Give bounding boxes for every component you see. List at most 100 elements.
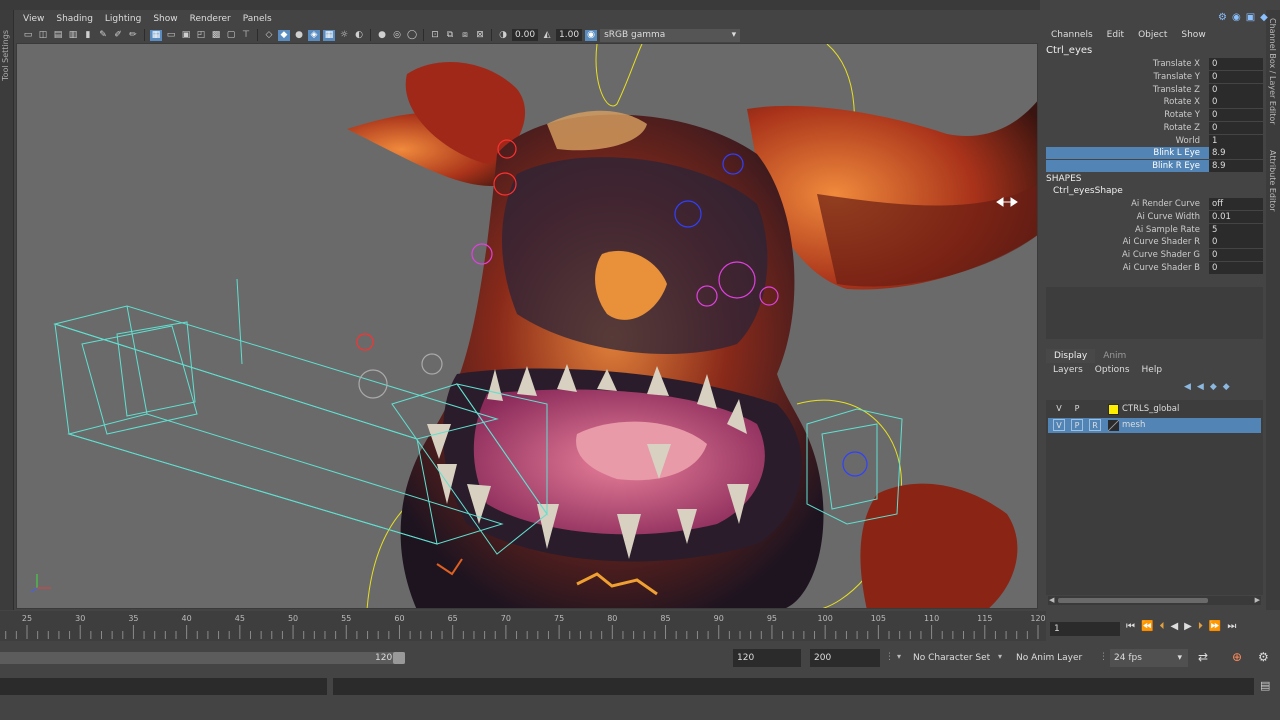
menu-help[interactable]: Help — [1142, 365, 1163, 375]
channel-value-field[interactable]: off — [1209, 198, 1263, 210]
antialiasing-icon[interactable]: ◯ — [406, 30, 418, 41]
channel-value-field[interactable]: 0 — [1209, 96, 1263, 109]
channel-row[interactable]: World 1 — [1046, 134, 1263, 147]
tab-channel-box[interactable]: Channel Box / Layer Editor — [1268, 18, 1277, 125]
channel-value-field[interactable]: 0 — [1209, 249, 1263, 261]
time-slider[interactable]: 25 30 35 40 45 50 55 60 65 70 75 80 85 90 95 100 105 110 1… — [0, 611, 1046, 641]
menu-channels[interactable]: Channels — [1051, 28, 1093, 43]
2d-pan-zoom-icon[interactable]: ✎ — [97, 30, 109, 41]
menu-panels[interactable]: Panels — [243, 12, 272, 27]
color-management-icon[interactable]: ◉ — [585, 29, 598, 41]
gamma-icon[interactable]: ◭ — [541, 30, 553, 41]
exposure-field[interactable]: 0.00 — [512, 29, 539, 41]
channel-row[interactable]: Translate Z 0 — [1046, 83, 1263, 96]
move-layer-up-icon[interactable]: ◀ — [1184, 382, 1191, 392]
play-forward-icon[interactable]: ▶ — [1184, 621, 1192, 632]
channel-value-field[interactable]: 5 — [1209, 223, 1263, 236]
gamma-field[interactable]: 1.00 — [556, 29, 583, 41]
range-slider-handle[interactable] — [393, 652, 405, 664]
channel-value-field[interactable]: 0 — [1209, 121, 1263, 134]
shape-channel-row[interactable]: Ai Curve Shader G 0 — [1046, 249, 1263, 261]
layer-row[interactable]: V P Rmesh — [1048, 418, 1261, 433]
xray-active-icon[interactable]: ⧈ — [459, 30, 471, 41]
play-backward-icon[interactable]: ◀ — [1170, 621, 1178, 632]
channel-value-field[interactable]: 0 — [1209, 58, 1263, 70]
grid-icon[interactable]: ▦ — [150, 29, 162, 41]
channel-value-field[interactable]: 0 — [1209, 70, 1263, 83]
menu-object[interactable]: Object — [1138, 28, 1167, 43]
chevron-down-icon[interactable]: ▾ — [897, 652, 901, 661]
script-editor-icon[interactable]: ▤ — [1260, 679, 1274, 693]
tool-settings-strip[interactable]: Tool Settings — [0, 10, 14, 610]
smooth-shade-icon[interactable]: ◆ — [278, 29, 290, 41]
shape-channel-row[interactable]: Ai Sample Rate 5 — [1046, 223, 1263, 236]
shape-channel-row[interactable]: Ai Curve Width 0.01 — [1046, 210, 1263, 223]
xray-icon[interactable]: ⧉ — [444, 30, 456, 41]
animation-preferences-icon[interactable]: ⚙ — [1258, 650, 1269, 664]
scroll-right-icon[interactable]: ▶ — [1255, 596, 1260, 604]
layer-visibility-toggle[interactable]: V — [1053, 403, 1065, 415]
new-layer-selected-icon[interactable]: ◆ — [1223, 382, 1230, 392]
shadows-icon[interactable]: ◐ — [353, 30, 365, 41]
wireframe-icon[interactable]: ◇ — [263, 30, 275, 41]
layer-visibility-toggle[interactable]: V — [1053, 419, 1065, 431]
pin-icon[interactable]: ▮ — [82, 30, 94, 41]
menu-view[interactable]: View — [23, 12, 44, 27]
tab-anim[interactable]: Anim — [1095, 349, 1134, 363]
attribute-editor-icon[interactable]: ▣ — [1246, 12, 1255, 23]
loop-icon[interactable]: ⇄ — [1198, 650, 1208, 664]
channel-value-field[interactable]: 0 — [1209, 261, 1263, 274]
lights-icon[interactable]: ☼ — [338, 30, 350, 41]
camera-attributes-icon[interactable]: ◫ — [37, 30, 49, 41]
menu-edit[interactable]: Edit — [1107, 28, 1124, 43]
layer-color-swatch[interactable] — [1108, 404, 1119, 415]
auto-key-icon[interactable]: ⊕ — [1232, 650, 1242, 664]
current-frame-field[interactable]: 1 — [1050, 622, 1120, 636]
safe-title-icon[interactable]: ⊤ — [240, 30, 252, 41]
color-space-dropdown[interactable]: sRGB gamma ▾ — [600, 28, 741, 42]
exposure-icon[interactable]: ◑ — [497, 30, 509, 41]
channel-row[interactable]: Blink L Eye 8.9 — [1046, 147, 1263, 160]
xray-joints-icon[interactable]: ⊠ — [474, 30, 486, 41]
shape-channel-row[interactable]: Ai Render Curve off — [1046, 198, 1263, 210]
layer-color-swatch[interactable] — [1108, 420, 1119, 431]
layer-playback-toggle[interactable]: P — [1071, 419, 1083, 431]
channel-row[interactable]: Translate X 0 — [1046, 58, 1263, 70]
menu-shading[interactable]: Shading — [56, 12, 93, 27]
tab-display[interactable]: Display — [1046, 349, 1096, 363]
step-forward-key-icon[interactable]: ⏵ — [1198, 621, 1203, 632]
channel-value-field[interactable]: 0 — [1209, 83, 1263, 96]
step-back-key-icon[interactable]: ⏴ — [1159, 621, 1164, 632]
isolate-select-icon[interactable]: ⊡ — [429, 30, 441, 41]
step-back-icon[interactable]: ⏪ — [1141, 621, 1153, 632]
step-forward-icon[interactable]: ⏩ — [1209, 621, 1221, 632]
channel-row[interactable]: Rotate Y 0 — [1046, 109, 1263, 121]
wireframe-on-shaded-icon[interactable]: ◈ — [308, 29, 320, 41]
gate-mask-icon[interactable]: ◰ — [195, 30, 207, 41]
menu-layers[interactable]: Layers — [1053, 365, 1083, 375]
motion-blur-icon[interactable]: ◎ — [391, 30, 403, 41]
shape-channel-row[interactable]: Ai Curve Shader R 0 — [1046, 236, 1263, 249]
channel-row[interactable]: Translate Y 0 — [1046, 70, 1263, 83]
move-layer-down-icon[interactable]: ◀ — [1197, 382, 1204, 392]
chevron-down-icon[interactable]: ▾ — [998, 652, 1002, 661]
character-controls-icon[interactable]: ◉ — [1232, 12, 1241, 23]
channel-value-field[interactable]: 8.9 — [1209, 160, 1263, 172]
fps-dropdown[interactable]: 24 fps ▾ — [1110, 649, 1188, 667]
channel-row[interactable]: Rotate Z 0 — [1046, 121, 1263, 134]
channel-value-field[interactable]: 8.9 — [1209, 147, 1263, 160]
character-set-dropdown[interactable]: No Character Set — [913, 649, 990, 667]
playback-end-field[interactable]: 200 — [810, 649, 880, 667]
field-chart-icon[interactable]: ▩ — [210, 30, 222, 41]
safe-action-icon[interactable]: ▢ — [225, 30, 237, 41]
tab-attribute-editor[interactable]: Attribute Editor — [1268, 150, 1277, 212]
default-material-icon[interactable]: ● — [293, 30, 305, 41]
textured-icon[interactable]: ▦ — [323, 29, 335, 41]
scroll-left-icon[interactable]: ◀ — [1049, 596, 1054, 604]
go-to-end-icon[interactable]: ⏭ — [1227, 621, 1236, 632]
modeling-toolkit-icon[interactable]: ⚙ — [1218, 12, 1227, 23]
channel-value-field[interactable]: 0.01 — [1209, 210, 1263, 223]
layer-row[interactable]: V P CTRLS_global — [1048, 402, 1261, 417]
menu-lighting[interactable]: Lighting — [105, 12, 141, 27]
ambient-occlusion-icon[interactable]: ● — [376, 30, 388, 41]
